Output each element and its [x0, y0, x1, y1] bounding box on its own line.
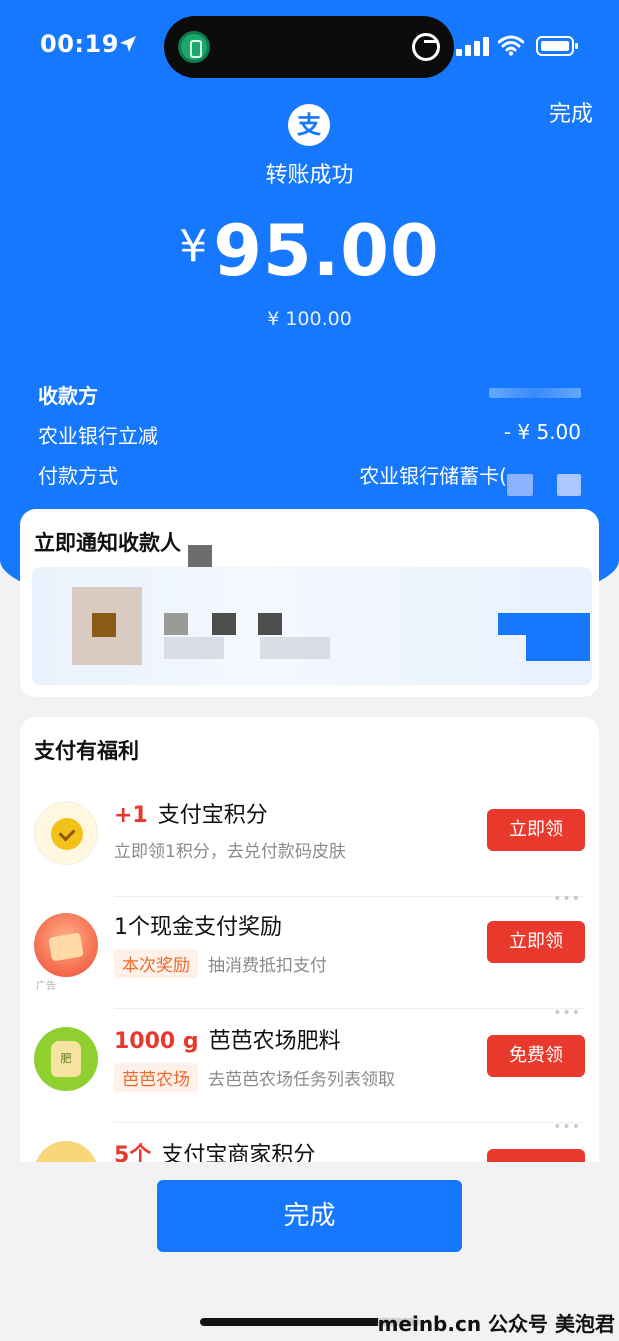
- top-done-button[interactable]: 完成: [549, 96, 593, 128]
- alipay-logo-icon: 支: [288, 104, 330, 146]
- paid-amount: ¥95.00: [0, 210, 619, 292]
- benefit-subtitle-text: 去芭芭农场任务列表领取: [208, 1070, 395, 1090]
- benefit-tag: 本次奖励: [114, 949, 198, 978]
- payee-redacted: [489, 388, 581, 398]
- battery-icon: [536, 36, 578, 56]
- benefit-subtitle: 芭芭农场 去芭芭农场任务列表领取: [114, 1063, 395, 1092]
- benefit-subtitle-text: 抽消费抵扣支付: [208, 956, 327, 976]
- more-options-icon[interactable]: •••: [553, 1119, 581, 1135]
- detail-row-discount: 农业银行立减 - ¥ 5.00: [38, 420, 581, 449]
- card-number-redacted: [507, 474, 533, 496]
- detail-value: - ¥ 5.00: [503, 420, 581, 444]
- detail-label: 收款方: [38, 384, 98, 408]
- bank-app-icon: [178, 31, 210, 63]
- claim-button[interactable]: 立即领: [487, 921, 585, 963]
- currency-symbol: ¥: [179, 221, 208, 272]
- notify-card-title: 立即通知收款人: [34, 531, 181, 555]
- notify-redacted-area[interactable]: [32, 567, 592, 685]
- benefit-tag: 芭芭农场: [114, 1063, 198, 1092]
- benefit-title-text: 芭芭农场肥料: [208, 1029, 341, 1054]
- notify-payee-card: 立即通知收款人: [20, 509, 599, 697]
- screen-record-icon: [412, 33, 440, 61]
- benefits-title: 支付有福利: [34, 739, 139, 763]
- benefit-title-text: 支付宝积分: [157, 803, 268, 828]
- amount-value: 95.00: [213, 210, 440, 292]
- cellular-signal-icon: [456, 36, 492, 56]
- detail-row-payment-method: 付款方式 农业银行储蓄卡(: [38, 460, 581, 496]
- benefit-title: 1000 g 芭芭农场肥料: [114, 1023, 341, 1055]
- transfer-success-title: 转账成功: [265, 163, 354, 188]
- original-amount: ¥ 100.00: [267, 308, 352, 330]
- status-time: 00:19: [40, 30, 119, 58]
- benefit-item: ••• 肥 1000 g 芭芭农场肥料 芭芭农场 去芭芭农场任务列表领取 免费领: [20, 1005, 599, 1123]
- watermark-text: meinb.cn 公众号 美泡君: [377, 1308, 615, 1337]
- ad-label: 广告: [36, 981, 56, 992]
- benefit-title: +1 支付宝积分: [114, 797, 268, 829]
- divider: [114, 1008, 585, 1009]
- points-coin-icon: [34, 801, 98, 865]
- benefit-subtitle: 立即领1积分，去兑付款码皮肤: [114, 842, 346, 862]
- more-options-icon[interactable]: •••: [553, 1005, 581, 1021]
- cash-reward-icon: [34, 913, 98, 977]
- benefit-title-text: 1个现金支付奖励: [114, 915, 282, 940]
- detail-label: 付款方式: [38, 464, 118, 488]
- benefit-highlight: 1000 g: [114, 1029, 199, 1054]
- benefit-highlight: +1: [114, 803, 148, 828]
- benefit-item: +1 支付宝积分 立即领1积分，去兑付款码皮肤 立即领: [20, 785, 599, 897]
- detail-value: 农业银行储蓄卡(: [359, 464, 507, 488]
- location-arrow-icon: [120, 36, 136, 52]
- dynamic-island: [164, 16, 454, 78]
- fertilizer-bag-icon: 肥: [34, 1027, 98, 1091]
- benefit-subtitle: 本次奖励 抽消费抵扣支付: [114, 949, 327, 978]
- benefits-card: 支付有福利 +1 支付宝积分 立即领1积分，去兑付款码皮肤 立即领 ••• 广告 …: [20, 717, 599, 1187]
- more-options-icon[interactable]: •••: [553, 891, 581, 907]
- done-button[interactable]: 完成: [157, 1180, 462, 1252]
- claim-button[interactable]: 立即领: [487, 809, 585, 851]
- detail-row-payee: 收款方: [38, 380, 581, 409]
- detail-label: 农业银行立减: [38, 424, 158, 448]
- wifi-icon: [498, 35, 524, 56]
- benefit-item: ••• 广告 1个现金支付奖励 本次奖励 抽消费抵扣支付 立即领: [20, 891, 599, 1009]
- claim-button[interactable]: 免费领: [487, 1035, 585, 1077]
- redacted-block: [188, 545, 212, 567]
- divider: [114, 1122, 585, 1123]
- card-number-redacted: [557, 474, 581, 496]
